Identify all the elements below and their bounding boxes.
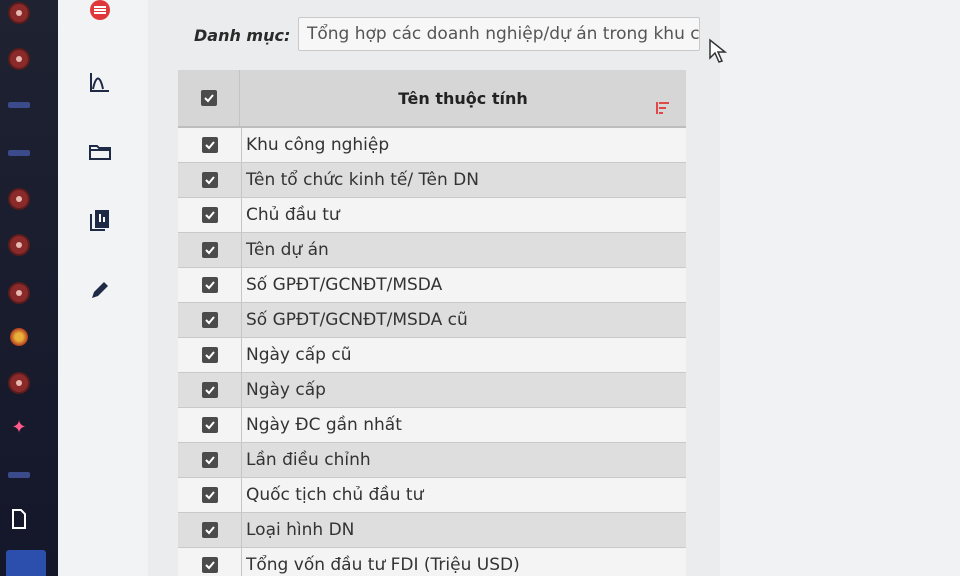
taskbar: ✦ <box>0 0 58 576</box>
table-header: Tên thuộc tính <box>178 70 686 128</box>
column-header-attribute-name[interactable]: Tên thuộc tính <box>240 70 686 126</box>
table-row: Tên tổ chức kinh tế/ Tên DN <box>178 163 686 198</box>
checkbox-checked-icon <box>201 522 218 538</box>
checkbox-checked-icon <box>200 90 217 106</box>
app-icon[interactable] <box>8 150 30 156</box>
select-all-checkbox[interactable] <box>178 70 240 126</box>
table-row: Loại hình DN <box>178 513 686 548</box>
sidebar <box>58 0 148 576</box>
attribute-name: Số GPĐT/GCNĐT/MSDA <box>246 275 443 295</box>
row-checkbox[interactable] <box>178 373 242 407</box>
table-row: Ngày ĐC gần nhất <box>178 408 686 443</box>
menu-icon[interactable] <box>88 0 112 24</box>
checkbox-checked-icon <box>201 242 218 258</box>
category-select[interactable]: Tổng hợp các doanh nghiệp/dự án trong kh… <box>298 17 700 51</box>
row-checkbox[interactable] <box>178 163 242 197</box>
table-row: Số GPĐT/GCNĐT/MSDA <box>178 268 686 303</box>
checkbox-checked-icon <box>201 487 218 503</box>
app-icon[interactable] <box>10 236 28 254</box>
checkbox-checked-icon <box>201 557 218 573</box>
attribute-name: Lần điều chỉnh <box>246 450 371 470</box>
attribute-name: Khu công nghiệp <box>246 135 390 155</box>
app-icon[interactable] <box>10 284 28 302</box>
right-panel <box>720 0 960 576</box>
attribute-name: Ngày ĐC gần nhất <box>246 415 402 435</box>
row-checkbox[interactable] <box>178 303 242 337</box>
table-row: Số GPĐT/GCNĐT/MSDA cũ <box>178 303 686 338</box>
row-checkbox[interactable] <box>178 513 242 547</box>
checkbox-checked-icon <box>201 452 218 468</box>
app-icon[interactable] <box>10 190 28 208</box>
app-icon[interactable] <box>10 374 28 392</box>
attribute-name: Loại hình DN <box>246 520 355 540</box>
sparkle-icon[interactable]: ✦ <box>10 417 28 438</box>
table-row: Quốc tịch chủ đầu tư <box>178 478 686 513</box>
attribute-table: Tên thuộc tính Khu công nghiệp Tên tổ chứ… <box>178 70 686 576</box>
row-checkbox[interactable] <box>178 198 242 232</box>
table-body: Khu công nghiệp Tên tổ chức kinh tế/ Tên … <box>178 128 686 576</box>
checkbox-checked-icon <box>201 382 218 398</box>
table-row: Tổng vốn đầu tư FDI (Triệu USD) <box>178 548 686 576</box>
edit-icon[interactable] <box>88 278 112 302</box>
app-icon[interactable] <box>8 102 30 108</box>
chart-icon[interactable] <box>88 70 112 94</box>
row-checkbox[interactable] <box>178 408 242 442</box>
checkbox-checked-icon <box>201 417 218 433</box>
row-checkbox[interactable] <box>178 268 242 302</box>
checkbox-checked-icon <box>201 347 218 363</box>
attribute-name: Tên dự án <box>246 240 329 260</box>
emblem-icon[interactable] <box>10 328 28 346</box>
main-content: Danh mục: Tổng hợp các doanh nghiệp/dự á… <box>148 0 720 576</box>
checkbox-checked-icon <box>201 172 218 188</box>
report-icon[interactable] <box>88 208 112 232</box>
category-label: Danh mục: <box>194 26 291 45</box>
row-checkbox[interactable] <box>178 338 242 372</box>
table-row: Tên dự án <box>178 233 686 268</box>
row-checkbox[interactable] <box>178 478 242 512</box>
attribute-name: Tên tổ chức kinh tế/ Tên DN <box>246 170 479 190</box>
row-checkbox[interactable] <box>178 548 242 576</box>
column-header-label: Tên thuộc tính <box>398 88 528 108</box>
document-icon[interactable] <box>10 509 28 529</box>
checkbox-checked-icon <box>201 277 218 293</box>
app-icon[interactable] <box>10 50 28 68</box>
attribute-name: Ngày cấp <box>246 380 326 400</box>
checkbox-checked-icon <box>201 312 218 328</box>
active-app-icon[interactable] <box>6 550 46 576</box>
table-row: Ngày cấp <box>178 373 686 408</box>
attribute-name: Tổng vốn đầu tư FDI (Triệu USD) <box>246 555 520 575</box>
app-icon[interactable] <box>10 4 28 22</box>
attribute-name: Chủ đầu tư <box>246 205 340 225</box>
app-icon[interactable] <box>8 472 30 478</box>
mouse-cursor-icon <box>708 38 728 68</box>
attribute-name: Số GPĐT/GCNĐT/MSDA cũ <box>246 310 468 330</box>
row-checkbox[interactable] <box>178 128 242 162</box>
table-row: Ngày cấp cũ <box>178 338 686 373</box>
table-row: Khu công nghiệp <box>178 128 686 163</box>
table-row: Lần điều chỉnh <box>178 443 686 478</box>
folder-icon[interactable] <box>88 140 112 164</box>
row-checkbox[interactable] <box>178 233 242 267</box>
checkbox-checked-icon <box>201 207 218 223</box>
attribute-name: Quốc tịch chủ đầu tư <box>246 485 424 505</box>
sort-icon[interactable] <box>656 100 670 119</box>
attribute-name: Ngày cấp cũ <box>246 345 352 365</box>
table-row: Chủ đầu tư <box>178 198 686 233</box>
checkbox-checked-icon <box>201 137 218 153</box>
row-checkbox[interactable] <box>178 443 242 477</box>
